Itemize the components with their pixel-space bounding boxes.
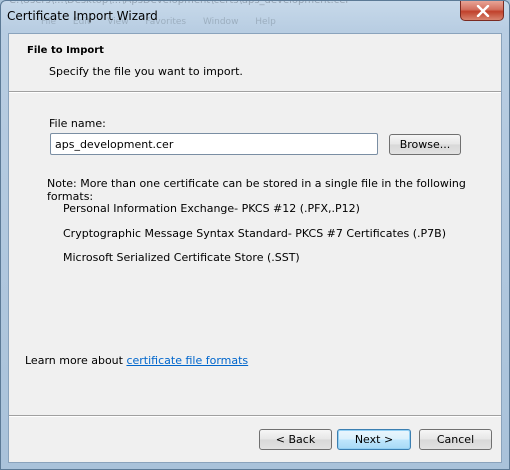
file-name-input[interactable] [50,133,378,155]
file-name-label: File name: [49,117,106,130]
page-subtitle: Specify the file you want to import. [49,65,243,78]
back-button[interactable]: < Back [259,429,332,450]
certificate-file-formats-link[interactable]: certificate file formats [126,354,248,367]
window-title: Certificate Import Wizard [7,9,158,23]
title-bar[interactable]: C:\Users\...\Desktop\...\ApsDevelopment\… [1,1,509,33]
next-button[interactable]: Next > [337,429,411,450]
page-title: File to Import [27,45,104,56]
learn-more-text: Learn more about certificate file format… [25,354,248,367]
browse-button[interactable]: Browse... [389,134,461,155]
cancel-button[interactable]: Cancel [419,429,492,450]
learn-more-prefix: Learn more about [25,354,127,367]
background-window-text: C:\Users\...\Desktop\...\ApsDevelopment\… [9,0,350,6]
header-divider [9,91,501,93]
certificate-import-wizard-window: C:\Users\...\Desktop\...\ApsDevelopment\… [0,0,510,470]
footer-divider [9,415,501,417]
close-button[interactable] [460,1,504,21]
note-text: Note: More than one certificate can be s… [47,177,466,203]
wizard-page: File to Import Specify the file you want… [8,33,502,463]
format-p7b: Cryptographic Message Syntax Standard- P… [63,227,447,240]
wizard-header: File to Import Specify the file you want… [9,34,501,90]
format-sst: Microsoft Serialized Certificate Store (… [63,251,300,264]
close-icon [476,5,490,17]
format-pfx: Personal Information Exchange- PKCS #12 … [63,202,360,215]
